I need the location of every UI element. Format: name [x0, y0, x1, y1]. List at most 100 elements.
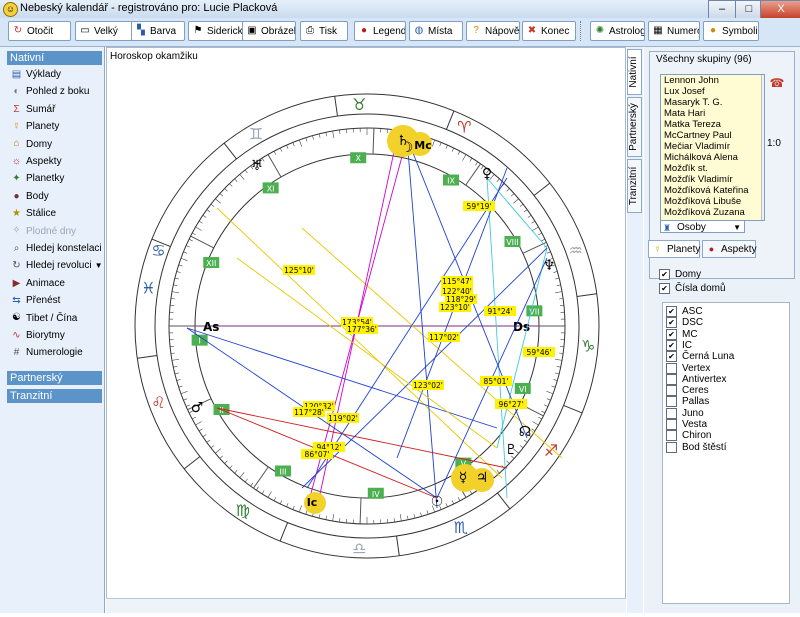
sidebar-item-search[interactable]: ⌕ Hledej konstelaci	[11, 241, 102, 257]
checkbox-label: IC	[682, 340, 692, 352]
vtab-transit[interactable]: Tranzitní	[627, 159, 642, 213]
color-button[interactable]: ▚ Barva	[131, 21, 185, 41]
people-list-scrollbar[interactable]	[761, 75, 764, 220]
sidebar-item-transfer[interactable]: ⇆ Přenést	[11, 293, 60, 309]
checkbox-box[interactable]	[666, 362, 677, 374]
checkbox-box[interactable]	[666, 396, 677, 408]
list-item[interactable]: Mata Hari	[661, 108, 764, 119]
list-item[interactable]: Mečiar Vladimír	[661, 141, 764, 152]
sidebar-item-numerology[interactable]: # Numerologie	[11, 345, 83, 361]
left-sidebar: Nativní ▤ Výklady ◐ Pohled z boku Σ Sumář ☿ Pla…	[0, 47, 105, 613]
planets-icon: ☿	[12, 121, 21, 133]
rotate-button[interactable]: ↻ Otočit	[8, 21, 71, 41]
sidebar-item-planet[interactable]: ◐ Pohled z boku	[11, 84, 89, 100]
degree-tick	[462, 154, 467, 161]
degree-tick	[555, 372, 560, 375]
degree-tick	[173, 366, 178, 368]
close-window-button[interactable]: X	[760, 0, 800, 19]
person-card-icon[interactable]: ☎	[768, 74, 786, 92]
picture-button[interactable]: ▣ Obrázek	[242, 21, 296, 41]
astrology-button[interactable]: ✺Astrologi...	[590, 21, 645, 41]
list-item[interactable]: Lennon John	[661, 75, 764, 86]
symbolic-button[interactable]: ●Symbolik...	[703, 21, 759, 41]
checkbox-juno[interactable]: Juno	[666, 407, 704, 420]
legend-button[interactable]: ●Legenda	[354, 21, 406, 41]
sidebar-item-label: Aspekty	[26, 156, 62, 167]
sidebar-item-aspects[interactable]: ☼ Aspekty	[11, 154, 62, 170]
asc-label: As	[203, 320, 219, 334]
checkbox-box[interactable]	[666, 419, 677, 430]
people-list[interactable]: Lennon John Lux Josef Masaryk T. G. Mata Ha…	[660, 74, 765, 221]
exit-button[interactable]: ✖ Konec	[522, 21, 576, 41]
numerology-icon: ▦	[653, 25, 663, 37]
sidebar-item-yin-yang[interactable]: ☯ Tibet / Čína	[11, 311, 77, 327]
sign-boundary	[563, 404, 583, 414]
checkbox-box[interactable]: ✔	[666, 317, 677, 329]
degree-tick	[510, 193, 515, 197]
checkbox-box[interactable]: ✔	[666, 306, 677, 317]
checkbox-box[interactable]: ✔	[666, 351, 677, 363]
section-partner[interactable]: Partnerský	[7, 371, 102, 385]
degree-tick	[420, 512, 422, 517]
section-transit[interactable]: Tranzitní	[7, 389, 102, 403]
degree-tick	[206, 209, 211, 213]
sidebar-item-animation[interactable]: ▶ Animace	[11, 276, 65, 292]
checkbox-box[interactable]: ✔	[666, 328, 677, 340]
sidebar-item-points[interactable]: ● Body	[11, 189, 48, 205]
sidebar-item-fixed-stars[interactable]: ★ Stálice	[11, 206, 56, 222]
print-button[interactable]: ⎙ Tisk	[300, 21, 348, 41]
minimize-button[interactable]: –	[708, 0, 736, 19]
tab-aspects[interactable]: ● Aspekty	[702, 240, 757, 258]
checkbox-box[interactable]: ✔	[659, 269, 670, 280]
sign-glyph-2: ♊	[249, 125, 263, 144]
list-item[interactable]: Michálková Alena	[661, 152, 764, 163]
group-select[interactable]: ♜ Osoby ▼	[660, 220, 745, 233]
list-item[interactable]: Matka Tereza	[661, 119, 764, 130]
horoscope-wheel[interactable]: ♈♉♊♋♌♍♎♏♐♑♒♓IIIIIIIVVVIVIIVIIIIXXXIXIIAs…	[107, 48, 625, 593]
tab-planets[interactable]: ☿ Planety	[648, 240, 700, 258]
sign-glyph-7: ♏	[454, 518, 468, 537]
vtab-partner[interactable]: Partnerský	[627, 97, 642, 157]
list-item[interactable]: Možďík st.	[661, 163, 764, 174]
sidebar-item-sum[interactable]: Σ Sumář	[11, 102, 55, 118]
degree-tick	[171, 358, 179, 361]
sidebar-item-asteroids[interactable]: ✦ Planetky	[11, 171, 64, 187]
sidebar-item-revolution[interactable]: ↻ Hledej revoluci ▼	[11, 258, 103, 274]
vtab-native[interactable]: Nativní	[627, 49, 642, 95]
section-native[interactable]: Nativní	[7, 51, 102, 65]
checkbox-houses[interactable]: ✔ Domy	[659, 269, 701, 281]
list-item[interactable]: Lux Josef	[661, 86, 764, 97]
large-button[interactable]: ▭ Velký	[75, 21, 138, 41]
checkbox--ern-luna[interactable]: ✔ Černá Luna	[666, 351, 734, 363]
list-item[interactable]: McCartney Paul	[661, 130, 764, 141]
checkbox-box[interactable]	[666, 441, 677, 453]
checkbox-box[interactable]: ✔	[659, 283, 670, 294]
help-button[interactable]: ?Nápověda	[466, 21, 520, 41]
list-item[interactable]: Masaryk T. G.	[661, 97, 764, 108]
sidebar-item-biorhythm[interactable]: ∿ Biorytmy	[11, 328, 65, 344]
places-button[interactable]: ◍ Místa	[409, 21, 463, 41]
numerology-button[interactable]: ▦Numerol...	[648, 21, 700, 41]
list-item[interactable]: Možďíková Zuzana	[661, 207, 764, 218]
checkbox-box[interactable]	[666, 430, 677, 442]
checkbox-house-numbers[interactable]: ✔ Čísla domů	[659, 283, 726, 295]
fertility-icon: ✧	[12, 225, 21, 237]
list-item[interactable]: Možďíková Kateřina	[661, 185, 764, 196]
degree-tick	[339, 518, 341, 523]
degree-tick	[332, 514, 335, 522]
checkbox-box[interactable]: ✔	[666, 339, 677, 351]
sidebar-item-document[interactable]: ▤ Výklady	[11, 67, 61, 83]
maximize-button[interactable]: □	[735, 0, 763, 19]
checkbox-bod-t-st-[interactable]: Bod štěstí	[666, 441, 726, 454]
sidebar-item-houses[interactable]: ⌂ Domy	[11, 137, 52, 153]
checkbox-box[interactable]	[666, 373, 677, 385]
list-item[interactable]: Možďíková Libuše	[661, 196, 764, 207]
sidebar-item-planets[interactable]: ☿ Planety	[11, 119, 60, 135]
aspects-icon: ●	[708, 244, 715, 254]
degree-tick	[202, 434, 207, 437]
degree-tick	[318, 133, 321, 138]
chevron-down-icon[interactable]: ▼	[95, 261, 103, 270]
list-item[interactable]: Možďík Vladimír	[661, 174, 764, 185]
checkbox-box[interactable]	[666, 385, 677, 397]
checkbox-box[interactable]	[666, 407, 677, 419]
